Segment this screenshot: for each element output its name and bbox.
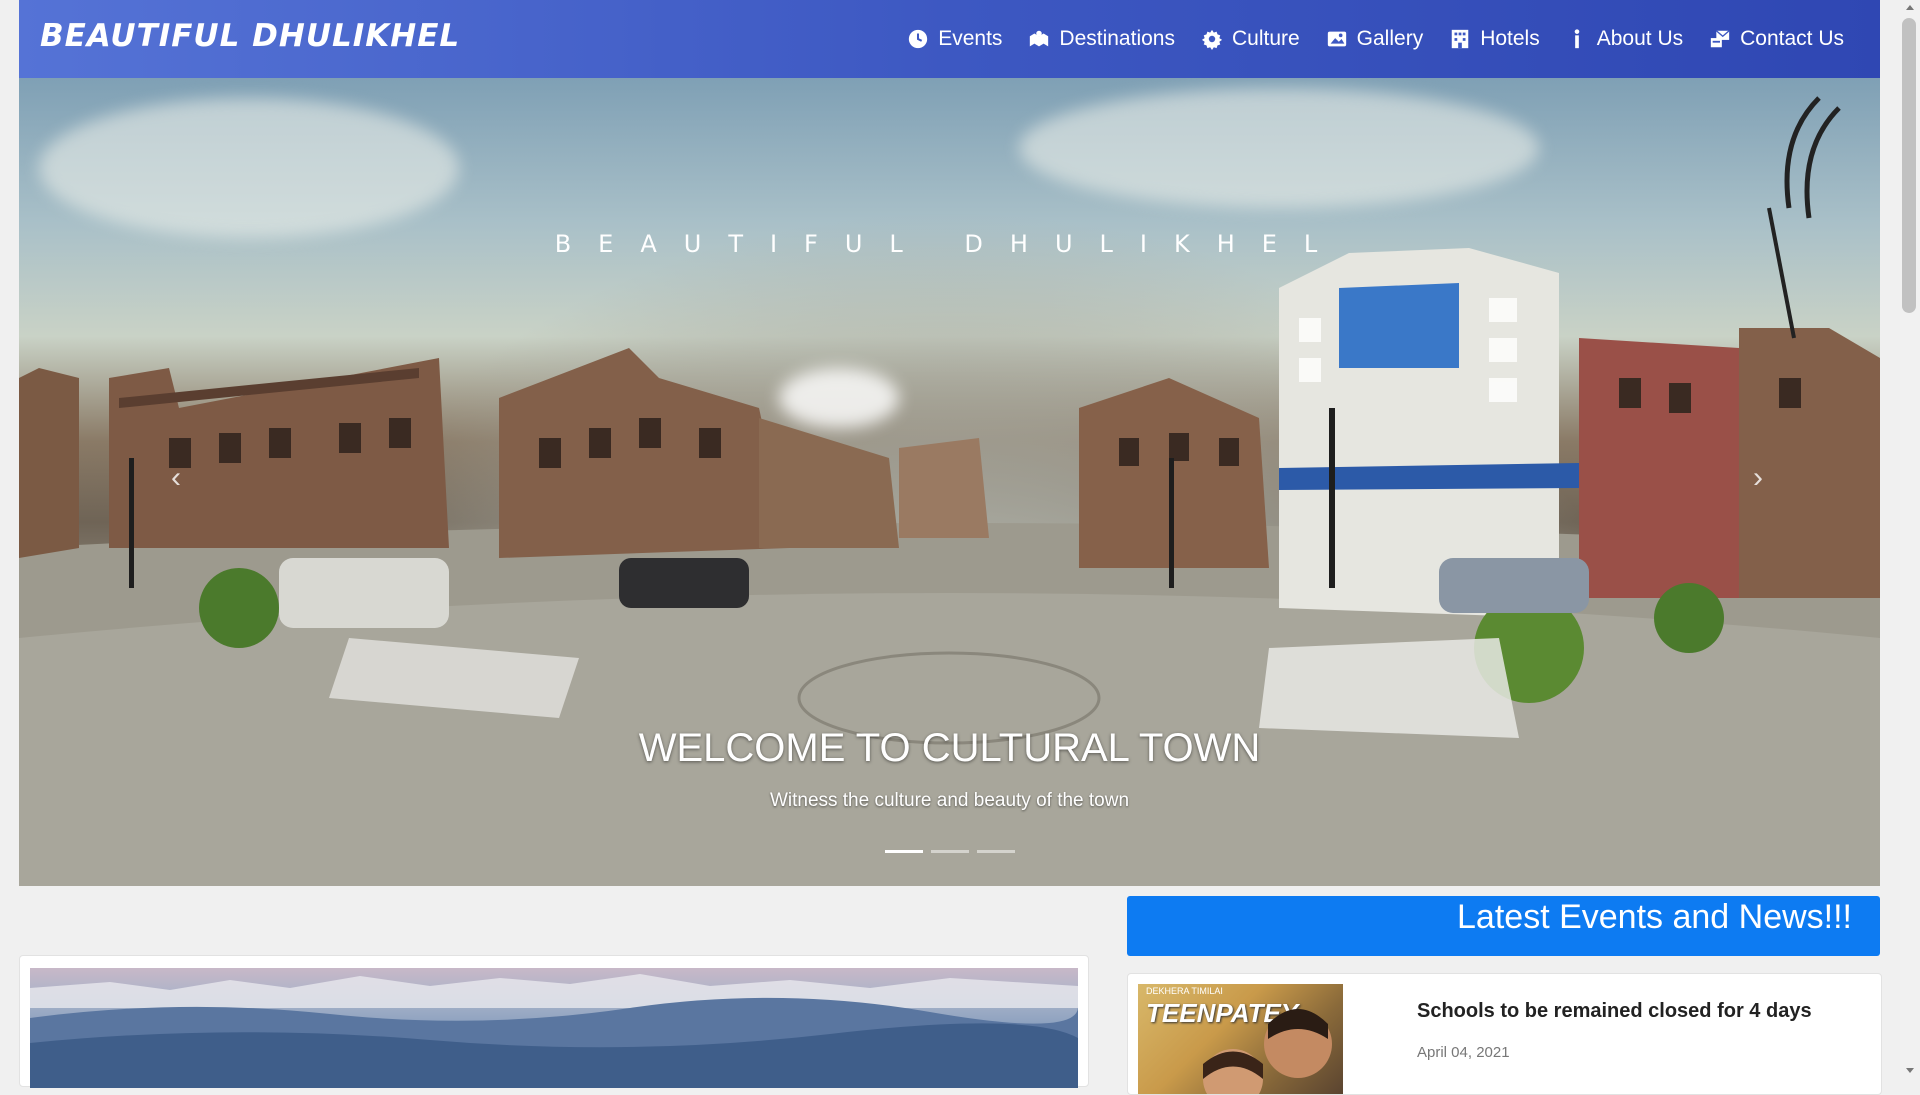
nav-item-label: Hotels [1480, 27, 1540, 50]
hero-carousel: BEAUTIFUL DHULIKHEL ‹ › WELCOME TO CULTU… [19, 78, 1880, 886]
clock-icon [909, 29, 928, 49]
info-icon [1574, 29, 1580, 49]
nav-item-hotels[interactable]: Hotels [1449, 27, 1540, 51]
news-header: Latest Events and News!!! [1127, 896, 1880, 956]
brand-logo[interactable]: BEAUTIFUL DHULIKHEL [40, 18, 460, 54]
nav-item-label: Contact Us [1740, 27, 1844, 50]
nav-item-culture[interactable]: Culture [1201, 27, 1300, 51]
carousel-indicator[interactable] [885, 850, 923, 853]
nav-item-label: About Us [1596, 27, 1684, 50]
nav-item-contact[interactable]: Contact Us [1709, 27, 1844, 51]
news-title[interactable]: Schools to be remained closed for 4 days [1417, 1000, 1812, 1023]
carousel-indicators [885, 850, 1015, 853]
carousel-prev-button[interactable]: ‹ [156, 458, 196, 498]
nav-item-label: Culture [1231, 27, 1300, 50]
news-header-title: Latest Events and News!!! [1457, 898, 1852, 936]
carousel-next-button[interactable]: › [1738, 458, 1778, 498]
building-icon [1451, 29, 1469, 49]
map-icon [1030, 30, 1049, 47]
navbar: BEAUTIFUL DHULIKHEL Events Destinations … [19, 0, 1880, 78]
carousel-indicator[interactable] [977, 850, 1015, 853]
nav-item-about[interactable]: About Us [1566, 27, 1683, 51]
mountain-image[interactable] [30, 968, 1078, 1088]
nav-item-label: Gallery [1356, 27, 1424, 50]
nav-item-label: Destinations [1059, 27, 1175, 50]
image-icon [1327, 31, 1346, 47]
hero-title: WELCOME TO CULTURAL TOWN [638, 726, 1261, 770]
carousel-indicator[interactable] [931, 850, 969, 853]
news-item[interactable]: DEKHERA TIMILAI TEENPATEY Schools to be … [1127, 973, 1882, 1095]
contact-icon [1710, 30, 1730, 48]
featured-card [19, 955, 1089, 1088]
hero-subtitle: Witness the culture and beauty of the to… [769, 790, 1130, 811]
news-date: April 04, 2021 [1417, 1044, 1510, 1061]
nav-item-destinations[interactable]: Destinations [1028, 27, 1175, 51]
mountain-scene [30, 974, 1078, 1088]
nav-menu: Events Destinations Culture Gallery Hote… [907, 0, 1844, 78]
nav-item-events[interactable]: Events [907, 27, 1002, 51]
news-thumbnail[interactable]: DEKHERA TIMILAI TEENPATEY [1138, 984, 1343, 1094]
scroll-down-icon[interactable] [1906, 1068, 1914, 1073]
page-scrollbar[interactable] [1900, 0, 1920, 1080]
nav-item-gallery[interactable]: Gallery [1326, 27, 1424, 51]
gear-icon [1201, 29, 1223, 50]
scroll-thumb[interactable] [1902, 18, 1916, 313]
thumb-art [1203, 1009, 1332, 1094]
nav-item-label: Events [938, 27, 1003, 50]
scroll-up-icon[interactable] [1906, 5, 1914, 10]
hero-tagline: BEAUTIFUL DHULIKHEL [554, 230, 1345, 258]
